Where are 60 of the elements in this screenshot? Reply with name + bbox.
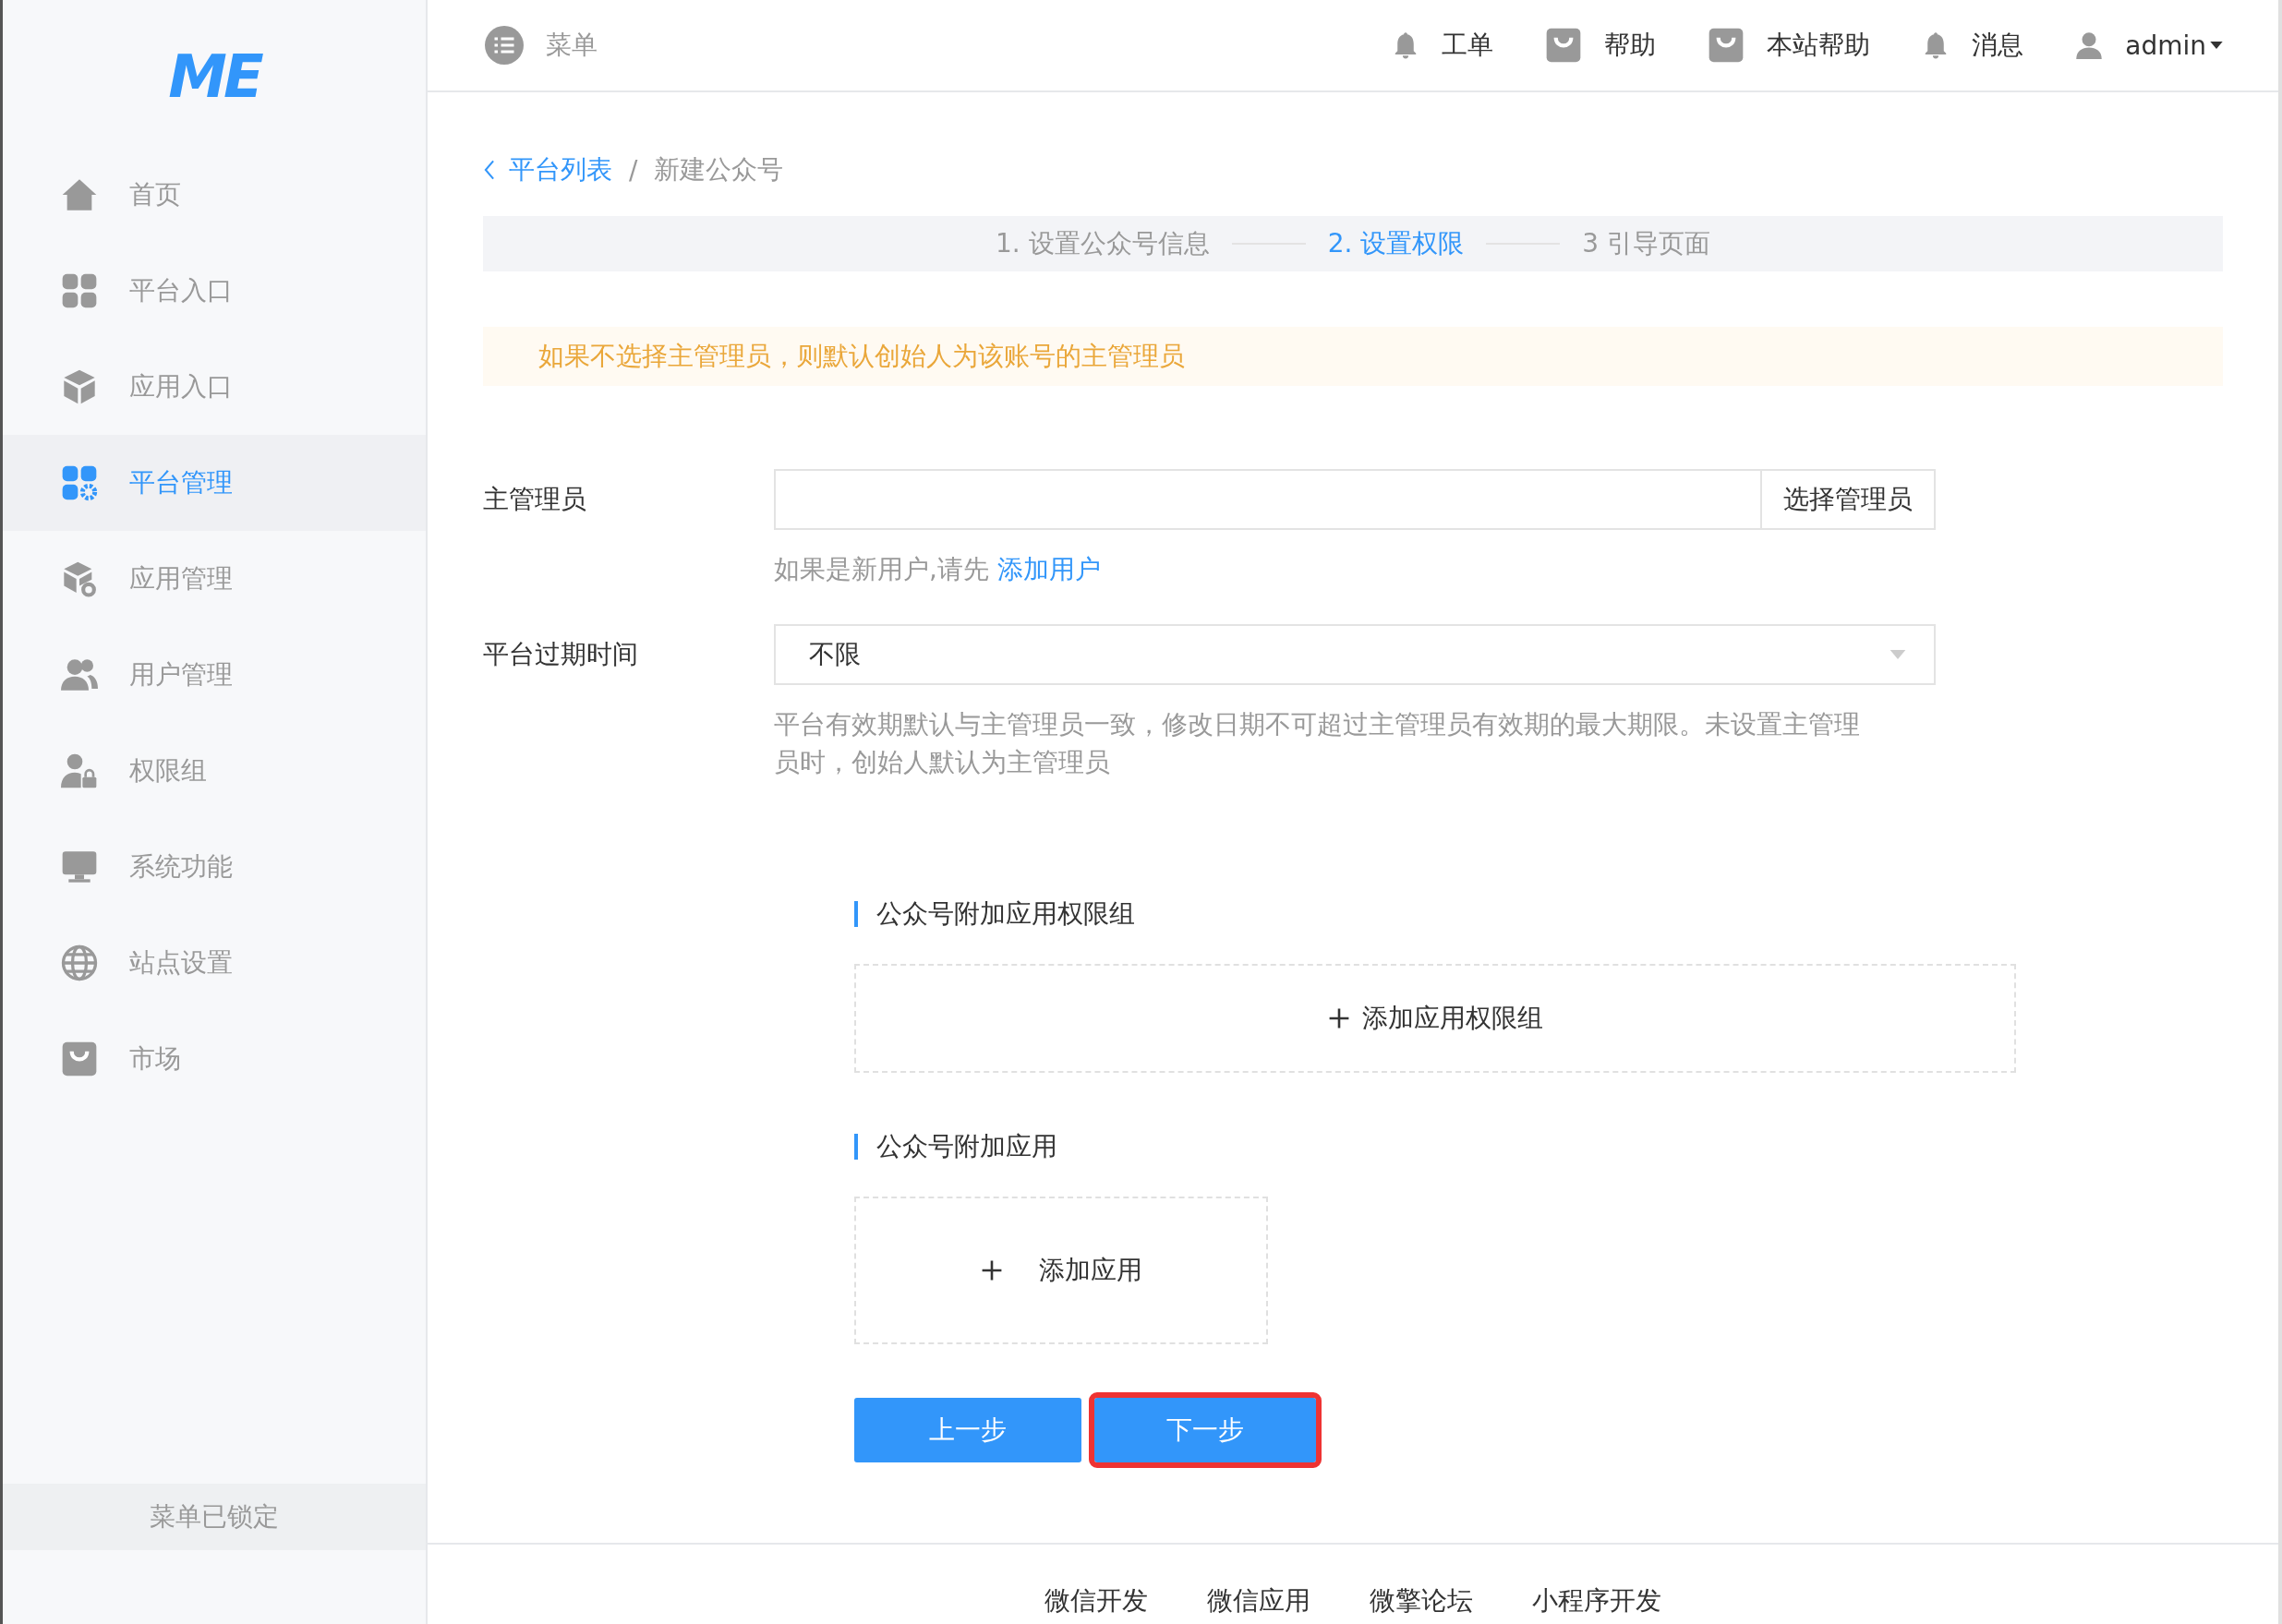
sidebar-item[interactable]: 市场	[3, 1011, 426, 1107]
breadcrumb-separator: /	[629, 154, 638, 186]
shopping-bag-icon	[1708, 27, 1745, 64]
header-link[interactable]: 工单	[1392, 27, 1494, 64]
help-text: 平台有效期默认与主管理员一致，修改日期不可超过主管理员有效期的最大期限。未设置主管理员时，创始人默认为主管理员	[774, 708, 1861, 779]
globe-icon	[61, 944, 98, 981]
sidebar-item[interactable]: 应用入口	[3, 339, 426, 435]
plus-icon	[980, 1258, 1004, 1282]
back-link[interactable]: 平台列表	[483, 152, 612, 187]
section-title: 公众号附加应用权限组	[854, 901, 2223, 927]
footer-link[interactable]: 微信应用	[1207, 1585, 1310, 1617]
hint-text: 如果是新用户,请先 添加用户	[774, 553, 1102, 586]
grid-icon	[61, 272, 98, 309]
step-label: 2. 设置权限	[1327, 227, 1465, 260]
users-icon	[61, 656, 98, 693]
header-link[interactable]: 帮助	[1545, 27, 1657, 64]
footer-link[interactable]: 微信开发	[1044, 1585, 1148, 1617]
sidebar-item[interactable]: 用户管理	[3, 627, 426, 723]
sidebar-item[interactable]: 平台入口	[3, 243, 426, 339]
monitor-icon	[61, 848, 98, 885]
field-label: 平台过期时间	[483, 638, 639, 671]
cube-gear-icon	[61, 560, 98, 597]
select-admin-button[interactable]: 选择管理员	[1760, 469, 1936, 530]
grid-gear-icon	[61, 464, 98, 501]
step-label: 3 引导页面	[1582, 227, 1710, 260]
plus-icon	[1327, 1006, 1351, 1030]
menu-icon	[485, 26, 524, 65]
shopping-bag-icon	[1545, 27, 1583, 64]
header-link[interactable]: admin	[2075, 27, 2223, 64]
chevron-left-icon	[483, 160, 496, 180]
user-icon	[2075, 31, 2104, 59]
field-label: 主管理员	[483, 483, 587, 516]
add-app-button[interactable]: 添加应用	[854, 1197, 1268, 1344]
footer-link[interactable]: 微擎论坛	[1370, 1585, 1473, 1617]
expiry-select[interactable]: 不限	[774, 624, 1936, 685]
menu-toggle[interactable]: 菜单	[485, 26, 598, 65]
sidebar-item[interactable]: 应用管理	[3, 531, 426, 627]
section-title: 公众号附加应用	[854, 1134, 2223, 1160]
sidebar-item[interactable]: 系统功能	[3, 819, 426, 915]
header-link[interactable]: 本站帮助	[1708, 27, 1871, 64]
breadcrumb-current: 新建公众号	[654, 153, 784, 186]
menu-lock-bar[interactable]: 菜单已锁定	[3, 1484, 426, 1550]
step-button[interactable]: 上一步	[854, 1398, 1081, 1462]
sidebar-item[interactable]: 站点设置	[3, 915, 426, 1011]
caret-icon	[2210, 42, 2223, 49]
shopping-bag-icon	[61, 1041, 98, 1077]
sidebar-item[interactable]: 权限组	[3, 723, 426, 819]
sidebar-item[interactable]: 平台管理	[3, 435, 426, 531]
add-permission-group-button[interactable]: 添加应用权限组	[854, 964, 2016, 1073]
logo: ME	[167, 42, 262, 113]
header-link[interactable]: 消息	[1922, 27, 2024, 64]
step-label: 1. 设置公众号信息	[996, 227, 1210, 260]
sidebar-item[interactable]: 首页	[3, 147, 426, 243]
user-lock-icon	[61, 752, 98, 789]
warning-alert: 如果不选择主管理员，则默认创始人为该账号的主管理员	[483, 327, 2223, 386]
admin-input-field[interactable]	[774, 469, 1760, 530]
add-user-link[interactable]: 添加用户	[996, 554, 1101, 584]
footer-link[interactable]: 小程序开发	[1532, 1585, 1661, 1617]
caret-icon	[1890, 650, 1906, 659]
cube-icon	[61, 368, 98, 405]
